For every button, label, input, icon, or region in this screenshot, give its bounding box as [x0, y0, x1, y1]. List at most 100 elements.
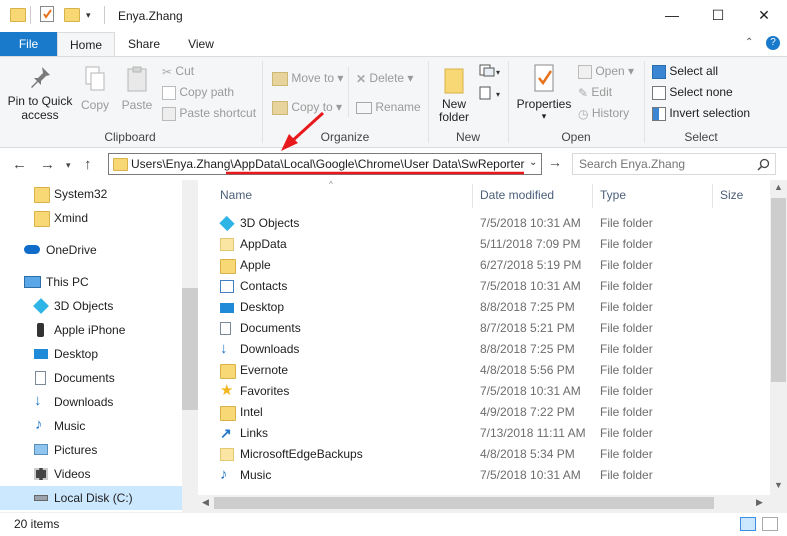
file-type: File folder: [600, 342, 653, 356]
list-item[interactable]: AppData 5/11/2018 7:09 PM File folder: [218, 234, 768, 255]
file-name: Desktop: [240, 300, 285, 314]
column-header-name[interactable]: Name: [220, 188, 252, 202]
file-date: 8/8/2018 7:25 PM: [480, 342, 575, 356]
file-date: 4/9/2018 7:22 PM: [480, 405, 575, 419]
column-header-date[interactable]: Date modified: [480, 188, 554, 202]
nav-item-label: Desktop: [54, 347, 99, 361]
sort-indicator-icon: ^: [329, 180, 333, 189]
list-item[interactable]: MicrosoftEdgeBackups 4/8/2018 5:34 PM Fi…: [218, 444, 768, 465]
file-name: Music: [240, 468, 272, 482]
item-count: 20 items: [14, 517, 60, 531]
nav-item-onedrive[interactable]: OneDrive: [0, 238, 182, 262]
file-type: File folder: [600, 447, 653, 461]
nav-item-this-pc[interactable]: This PC: [0, 270, 182, 294]
links-icon: ↗: [220, 425, 232, 441]
file-type: File folder: [600, 426, 653, 440]
horizontal-scrollbar[interactable]: ◀ ▶: [198, 495, 770, 512]
documents-icon: [35, 371, 46, 385]
file-name: AppData: [240, 237, 287, 251]
file-type: File folder: [600, 363, 653, 377]
file-date: 7/5/2018 10:31 AM: [480, 279, 581, 293]
file-name: Apple: [240, 258, 271, 272]
nav-item-label: 3D Objects: [54, 299, 114, 313]
file-date: 4/8/2018 5:34 PM: [480, 447, 575, 461]
music-icon: ♪: [35, 416, 43, 433]
computer-icon: [24, 276, 41, 288]
pictures-icon: [34, 444, 48, 455]
file-type: File folder: [600, 279, 653, 293]
nav-pane-scrollbar[interactable]: [182, 180, 198, 512]
3d-objects-icon: [33, 298, 49, 314]
folder-icon: [34, 211, 50, 227]
nav-item-label: OneDrive: [46, 243, 97, 257]
file-name: Evernote: [240, 363, 289, 377]
file-list-scrollbar[interactable]: ▲ ▼: [770, 180, 787, 512]
list-item[interactable]: ↓ Downloads 8/8/2018 7:25 PM File folder: [218, 339, 768, 360]
annotation-arrow-shaft: [289, 111, 325, 144]
nav-item-3d-objects[interactable]: 3D Objects: [0, 294, 182, 318]
list-item[interactable]: Apple 6/27/2018 5:19 PM File folder: [218, 255, 768, 276]
nav-item-label: Documents: [54, 371, 115, 385]
navigation-pane: System32 Xmind OneDrive This PC 3D Objec…: [0, 180, 198, 512]
scrollbar-thumb[interactable]: [214, 497, 714, 509]
list-item[interactable]: Evernote 4/8/2018 5:56 PM File folder: [218, 360, 768, 381]
details-view-icon[interactable]: [740, 517, 756, 531]
nav-item-desktop[interactable]: Desktop: [0, 342, 182, 366]
scrollbar-thumb[interactable]: [182, 288, 198, 410]
status-bar: 20 items: [0, 512, 787, 536]
list-item[interactable]: ↗ Links 7/13/2018 11:11 AM File folder: [218, 423, 768, 444]
phone-icon: [37, 323, 44, 337]
file-date: 7/5/2018 10:31 AM: [480, 384, 581, 398]
scroll-left-icon[interactable]: ◀: [202, 497, 209, 508]
folder-icon: [220, 259, 236, 274]
file-list: ^ Name Date modified Type Size 3D Object…: [198, 180, 770, 512]
nav-item-videos[interactable]: Videos: [0, 462, 182, 486]
scroll-down-icon[interactable]: ▼: [774, 480, 783, 490]
desktop-icon: [34, 349, 48, 359]
file-name: 3D Objects: [240, 216, 300, 230]
scroll-right-icon[interactable]: ▶: [756, 497, 763, 508]
scroll-up-icon[interactable]: ▲: [774, 182, 783, 192]
list-item[interactable]: 3D Objects 7/5/2018 10:31 AM File folder: [218, 213, 768, 234]
nav-item-documents[interactable]: Documents: [0, 366, 182, 390]
file-name: Documents: [240, 321, 301, 335]
column-header-size[interactable]: Size: [720, 188, 743, 202]
nav-item-label: Videos: [54, 467, 91, 481]
file-type: File folder: [600, 237, 653, 251]
nav-item-system32[interactable]: System32: [0, 182, 182, 206]
file-date: 8/8/2018 7:25 PM: [480, 300, 575, 314]
videos-icon: [34, 468, 48, 480]
music-icon: ♪: [220, 466, 228, 483]
nav-item-label: Downloads: [54, 395, 114, 409]
nav-item-label: Music: [54, 419, 86, 433]
file-date: 8/7/2018 5:21 PM: [480, 321, 575, 335]
file-type: File folder: [600, 321, 653, 335]
downloads-icon: ↓: [220, 340, 228, 357]
nav-item-downloads[interactable]: ↓ Downloads: [0, 390, 182, 414]
column-header-type[interactable]: Type: [600, 188, 626, 202]
nav-item-xmind[interactable]: Xmind: [0, 206, 182, 230]
list-item[interactable]: Intel 4/9/2018 7:22 PM File folder: [218, 402, 768, 423]
file-type: File folder: [600, 258, 653, 272]
file-date: 7/5/2018 10:31 AM: [480, 216, 581, 230]
nav-item-music[interactable]: ♪ Music: [0, 414, 182, 438]
nav-item-label: Apple iPhone: [54, 323, 126, 337]
desktop-icon: [220, 303, 234, 313]
nav-item-pictures[interactable]: Pictures: [0, 438, 182, 462]
nav-item-label: Xmind: [54, 211, 89, 225]
large-icons-view-icon[interactable]: [762, 517, 778, 531]
contacts-icon: [220, 280, 234, 293]
file-name: Favorites: [240, 384, 290, 398]
list-item[interactable]: ★ Favorites 7/5/2018 10:31 AM File folde…: [218, 381, 768, 402]
list-item[interactable]: Desktop 8/8/2018 7:25 PM File folder: [218, 297, 768, 318]
nav-item-local-disk[interactable]: Local Disk (C:): [0, 486, 182, 510]
list-item[interactable]: Documents 8/7/2018 5:21 PM File folder: [218, 318, 768, 339]
file-date: 7/5/2018 10:31 AM: [480, 468, 581, 482]
folder-icon: [34, 187, 50, 203]
nav-item-apple-iphone[interactable]: Apple iPhone: [0, 318, 182, 342]
documents-icon: [220, 322, 231, 335]
list-item[interactable]: ♪ Music 7/5/2018 10:31 AM File folder: [218, 465, 768, 486]
folder-icon: [220, 448, 234, 461]
list-item[interactable]: Contacts 7/5/2018 10:31 AM File folder: [218, 276, 768, 297]
scrollbar-thumb[interactable]: [771, 198, 786, 382]
